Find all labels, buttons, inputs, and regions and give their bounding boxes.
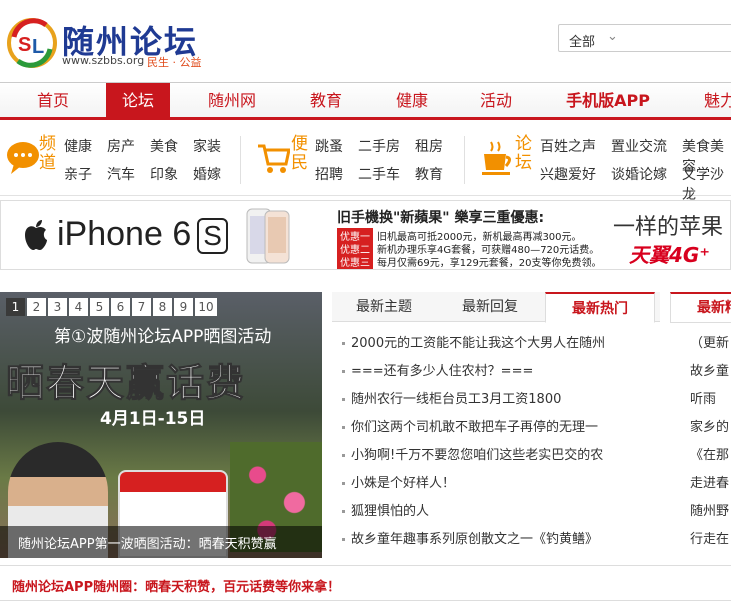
nav-item-suizhou[interactable]: 随州网 [192, 83, 272, 119]
chevron-down-icon: ⌄ [607, 29, 618, 44]
channel-tag-bianmin: 便民 [287, 134, 307, 172]
banner-promo-row: 优惠三 每月仅需69元，享129元套餐，20支等你免费领。 [337, 254, 602, 269]
slide-dot[interactable]: 2 [27, 298, 46, 316]
channel-link[interactable]: 招聘 [315, 164, 343, 184]
channel-link[interactable]: 二手房 [358, 136, 400, 156]
channel-link[interactable]: 印象 [150, 164, 178, 184]
news-item[interactable]: 走进春 [690, 472, 729, 491]
slide-dot[interactable]: 4 [69, 298, 88, 316]
channel-link[interactable]: 健康 [64, 136, 92, 156]
channel-link[interactable]: 置业交流 [611, 136, 667, 156]
banner-promo-title: 旧手機换"新蘋果" 樂享三重優惠: [337, 210, 545, 226]
nav-item-education[interactable]: 教育 [290, 83, 362, 119]
apple-logo-icon [25, 220, 47, 250]
channel-link[interactable]: 家装 [193, 136, 221, 156]
banner-product-s: S [197, 218, 228, 254]
tab-latest-replies[interactable]: 最新回复 [438, 292, 542, 322]
nav-item-charm[interactable]: 魅力 [690, 83, 731, 119]
promo-text: 每月仅需69元，享129元套餐，20支等你免费领。 [377, 258, 602, 269]
channel-link[interactable]: 文学沙龙 [682, 164, 731, 204]
slideshow[interactable]: 1 2 3 4 5 6 7 8 9 10 第①波随州论坛APP晒图活动 晒春天赢… [0, 292, 322, 558]
nav-item-home[interactable]: 首页 [12, 83, 94, 119]
iphone-promo-banner[interactable]: iPhone 6S 旧手機换"新蘋果" 樂享三重優惠: 优惠一 旧机最高可抵200… [0, 200, 731, 270]
channel-link[interactable]: 二手车 [358, 164, 400, 184]
nav-item-mobile-app[interactable]: 手机版APP [552, 83, 664, 119]
channel-link[interactable]: 租房 [415, 136, 443, 156]
site-url: www.szbbs.org [62, 54, 145, 67]
news-tabs-panel: 最新主题 最新回复 最新热门 2000元的工资能不能让我这个大男人在随州 ===… [332, 292, 660, 558]
news-item[interactable]: 狐狸惧怕的人 [342, 500, 658, 519]
channel-link[interactable]: 谈婚论嫁 [611, 164, 667, 184]
slide-dot[interactable]: 5 [90, 298, 109, 316]
banner-product-name: iPhone 6 [57, 215, 192, 253]
nav-item-activity[interactable]: 活动 [460, 83, 532, 119]
right-news-panel: 最新精华 （更新 故乡童 听雨 家乡的 《在那 走进春 随州野 行走在 [670, 292, 731, 558]
channel-tag-luntan: 论坛 [511, 134, 531, 172]
app-phone-bar [120, 472, 226, 492]
bottom-announcement-bar: 随州论坛APP随州圈：晒春天积赞，百元话费等你来拿！ [0, 565, 731, 601]
news-item[interactable]: （更新 [690, 332, 729, 351]
slide-date: 4月1日-15日 [100, 409, 206, 429]
slide-dot[interactable]: 8 [153, 298, 172, 316]
news-item[interactable]: 行走在 [690, 528, 729, 547]
slide-caption[interactable]: 随州论坛APP第一波晒图活动：晒春天积赞赢 [18, 533, 277, 552]
bottom-announcement-link[interactable]: 随州论坛APP随州圈：晒春天积赞，百元话费等你来拿！ [12, 576, 340, 595]
main-nav: 首页 论坛 随州网 教育 健康 活动 手机版APP 魅力 [0, 82, 731, 120]
slide-big-text: 晒春天赢话费 [5, 361, 247, 406]
news-item[interactable]: 2000元的工资能不能让我这个大男人在随州 [342, 332, 658, 351]
header: S L 随州论坛 www.szbbs.org 民生 · 公益 全部 ⌄ [0, 0, 731, 82]
tab-latest-topics[interactable]: 最新主题 [332, 292, 436, 322]
divider [670, 322, 731, 323]
site-slogan: 民生 · 公益 [147, 56, 202, 69]
nav-item-forum[interactable]: 论坛 [106, 83, 170, 119]
news-item[interactable]: 家乡的 [690, 416, 729, 435]
channel-link[interactable]: 百姓之声 [540, 136, 596, 156]
divider [240, 136, 241, 184]
slide-dot[interactable]: 6 [111, 298, 130, 316]
svg-text:S: S [18, 34, 31, 56]
slide-dot[interactable]: 10 [195, 298, 217, 316]
channel-link[interactable]: 跳蚤 [315, 136, 343, 156]
site-logo-icon[interactable]: S L [6, 17, 58, 69]
banner-product: iPhone 6S [57, 215, 228, 254]
slide-dot[interactable]: 1 [6, 298, 25, 316]
news-item[interactable]: 《在那 [690, 444, 729, 463]
iphone-image-icon [246, 208, 290, 264]
tab-latest-hot[interactable]: 最新热门 [545, 292, 655, 323]
svg-text:L: L [32, 36, 44, 58]
slide-dot[interactable]: 7 [132, 298, 151, 316]
news-item[interactable]: 随州野 [690, 500, 729, 519]
channel-link[interactable]: 教育 [415, 164, 443, 184]
news-item[interactable]: ===还有多少人住农村？=== [342, 360, 658, 379]
channel-link[interactable]: 婚嫁 [193, 164, 221, 184]
divider [464, 136, 465, 184]
search-scope-select[interactable]: 全部 ⌄ [558, 24, 731, 52]
slide-heading: 第①波随州论坛APP晒图活动 [54, 327, 272, 347]
news-item[interactable]: 随州农行一线柜台员工3月工资1800 [342, 388, 658, 407]
channel-bar: 频道 健康 房产 美食 家装 亲子 汽车 印象 婚嫁 便民 跳蚤 二手房 租房 … [0, 124, 731, 203]
channel-link[interactable]: 美食 [150, 136, 178, 156]
news-item[interactable]: 小狗啊!千万不要忽您咱们这些老实巴交的农 [342, 444, 658, 463]
tab-bar: 最新主题 最新回复 最新热门 [332, 292, 660, 323]
search-scope-label: 全部 [569, 35, 596, 50]
channel-link[interactable]: 房产 [107, 136, 135, 156]
channel-tag-pindao: 频道 [35, 134, 55, 172]
channel-link[interactable]: 汽车 [107, 164, 135, 184]
banner-brand: 天翼4G⁺ [629, 243, 710, 267]
news-item[interactable]: 听雨 [690, 388, 716, 407]
news-item[interactable]: 你们这两个司机敢不敢把车子再停的无理一 [342, 416, 658, 435]
slide-dot[interactable]: 3 [48, 298, 67, 316]
nav-item-health[interactable]: 健康 [376, 83, 448, 119]
channel-link[interactable]: 亲子 [64, 164, 92, 184]
tab-featured[interactable]: 最新精华 [670, 292, 731, 323]
news-item[interactable]: 故乡童年趣事系列原创散文之一《钓黄鳝》 [342, 528, 658, 547]
news-item[interactable]: 小姝是个好样人！ [342, 472, 658, 491]
banner-slogan: 一样的苹果 [613, 215, 724, 240]
slide-dot[interactable]: 9 [174, 298, 193, 316]
channel-link[interactable]: 兴趣爱好 [540, 164, 596, 184]
promo-tag: 优惠三 [337, 254, 373, 269]
news-item[interactable]: 故乡童 [690, 360, 729, 379]
